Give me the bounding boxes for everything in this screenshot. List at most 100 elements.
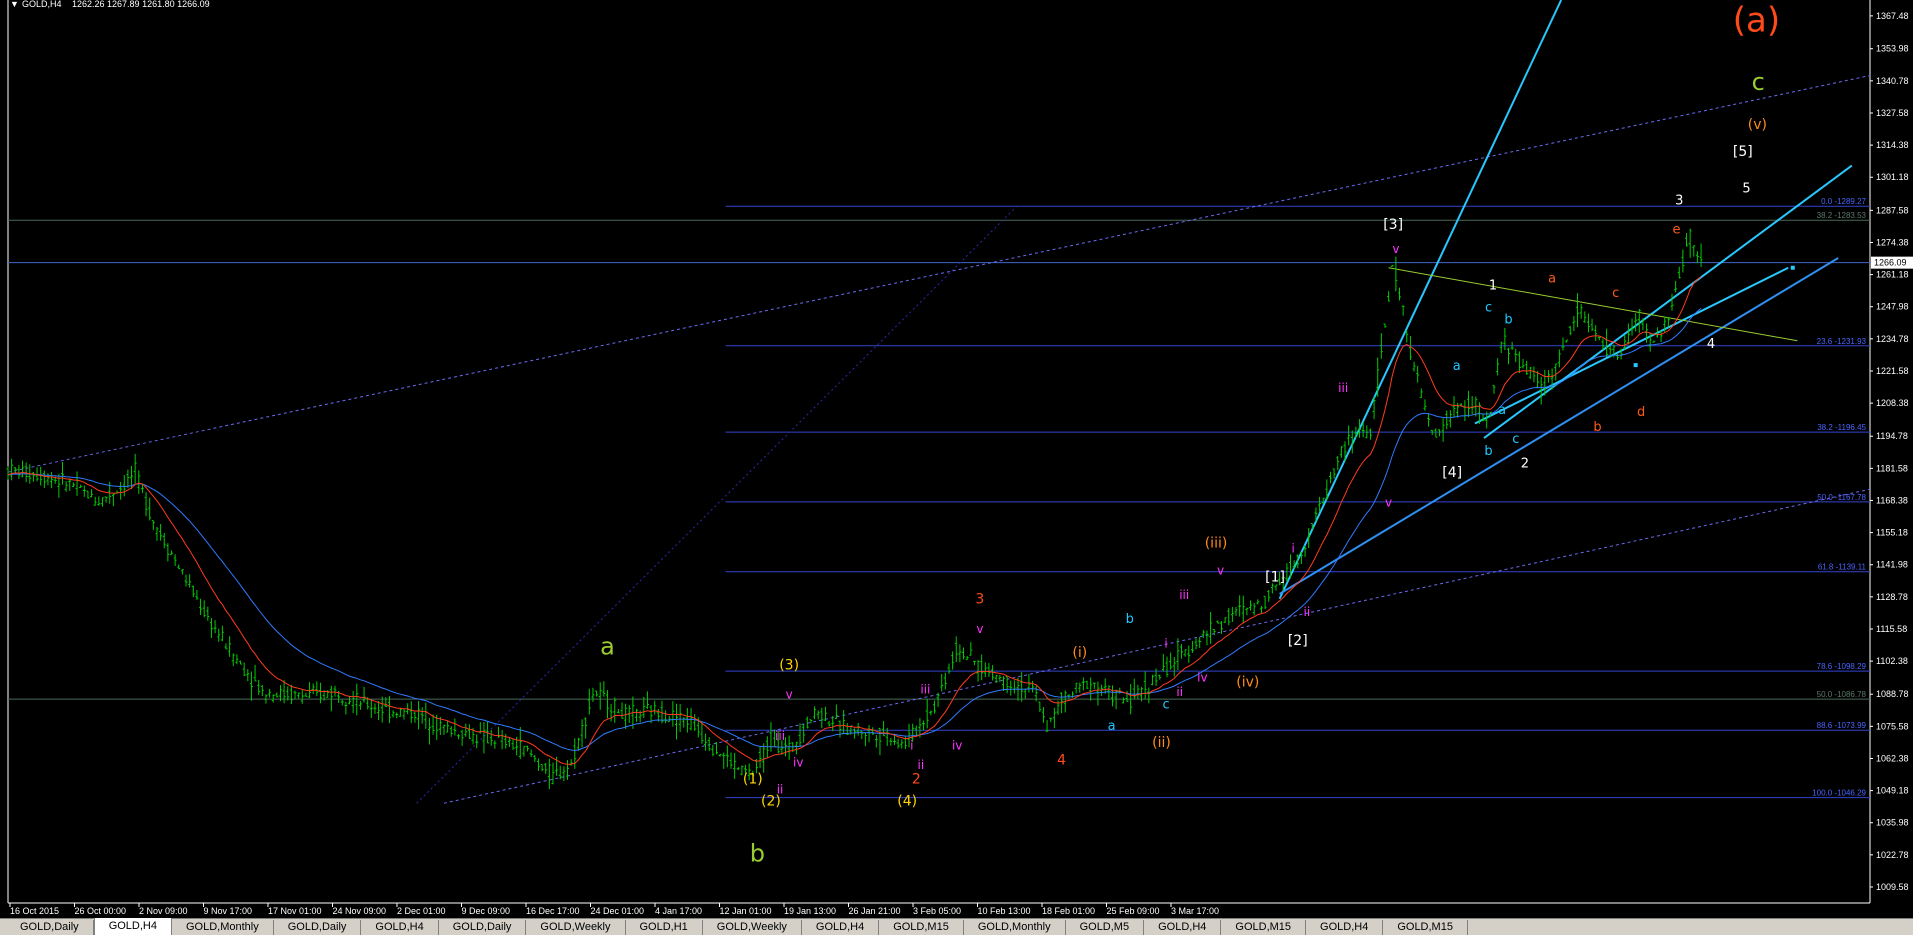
wave-label: v [786, 688, 793, 702]
price-tick-label: 1088.78 [1876, 689, 1909, 699]
wave-label: c [1512, 432, 1519, 447]
wave-label: 4 [1057, 752, 1066, 768]
wave-label: iv [1197, 671, 1207, 685]
chart-tab[interactable]: GOLD,Monthly [964, 920, 1066, 935]
header-symbol: GOLD,H4 [22, 0, 62, 9]
wave-label: d [1637, 405, 1645, 420]
wave-label: iv [793, 756, 803, 770]
chart-background [0, 0, 1913, 918]
price-tick-label: 1194.78 [1876, 431, 1908, 441]
fib-level-label: 61.8 -1139.11 [1818, 563, 1867, 572]
time-tick-label: 26 Oct 00:00 [75, 906, 127, 916]
price-tick-label: 1128.78 [1876, 592, 1908, 602]
time-tick-label: 24 Nov 09:00 [333, 906, 387, 916]
chart-tab[interactable]: GOLD,M15 [1221, 920, 1307, 935]
wave-label: ii [1176, 685, 1183, 699]
price-tick-label: 1035.98 [1876, 818, 1909, 828]
price-tick-label: 1314.38 [1876, 140, 1909, 150]
price-tick-label: 1221.58 [1876, 366, 1909, 376]
fib-level-label: 78.6 -1098.29 [1817, 662, 1867, 671]
price-tick-label: 1234.78 [1876, 334, 1909, 344]
price-tick-label: 1102.38 [1876, 656, 1908, 666]
price-chart[interactable]: 0.0 -1289.2738.2 -1283.5323.6 -1231.9338… [0, 0, 1913, 918]
price-tick-label: 1208.38 [1876, 398, 1909, 408]
fib-level-label: 50.0 -1167.78 [1817, 493, 1866, 502]
fib-level-label: 88.6 -1073.99 [1817, 721, 1867, 730]
wave-label: a [600, 633, 615, 661]
time-tick-label: 16 Oct 2015 [10, 906, 59, 916]
wave-label: [2] [1288, 633, 1308, 649]
price-tick-label: 1301.18 [1876, 172, 1909, 182]
time-tick-label: 25 Feb 09:00 [1107, 906, 1160, 916]
chart-tab[interactable]: GOLD,Daily [439, 920, 527, 935]
chart-tab[interactable]: GOLD,M5 [1066, 920, 1145, 935]
price-tick-label: 1141.98 [1876, 560, 1908, 570]
price-tick-label: 1247.98 [1876, 302, 1909, 312]
chart-tab-bar: GOLD,Daily GOLD,H4 GOLD,Monthly GOLD,Daily G… [0, 918, 1913, 935]
channel-anchor-point [1633, 363, 1638, 368]
price-tick-label: 1115.58 [1876, 624, 1907, 634]
fib-level-label: 50.0 -1086.78 [1817, 690, 1867, 699]
wave-label: a [1453, 359, 1461, 374]
price-tick-label: 1168.38 [1876, 495, 1908, 505]
wave-label: [1] [1265, 570, 1285, 586]
wave-label: b [1484, 444, 1492, 459]
chart-tab[interactable]: GOLD,Monthly [172, 920, 274, 935]
chart-tab[interactable]: GOLD,H4 [361, 920, 439, 935]
chart-tab[interactable]: GOLD,H4 [1144, 920, 1222, 935]
wave-label: b [1593, 420, 1601, 435]
price-tick-label: 1062.38 [1876, 753, 1909, 763]
wave-label: 1 [1489, 279, 1497, 294]
wave-label: a [1498, 403, 1506, 418]
wave-label: (v) [1748, 117, 1767, 133]
wave-label: 4 [1707, 337, 1715, 352]
chart-tab[interactable]: GOLD,M15 [1383, 920, 1468, 935]
chart-tab[interactable]: GOLD,Daily [6, 920, 94, 935]
price-tick-label: 1274.38 [1876, 237, 1909, 247]
time-tick-label: 17 Nov 01:00 [268, 906, 322, 916]
wave-label: b [1126, 612, 1134, 627]
wave-label: c [1485, 301, 1492, 316]
time-tick-label: 18 Feb 01:00 [1042, 906, 1095, 916]
time-tick-label: 10 Feb 13:00 [978, 906, 1031, 916]
wave-label: v [1217, 563, 1224, 577]
wave-label: 2 [912, 772, 921, 788]
chart-tab[interactable]: GOLD,H4 [93, 918, 172, 935]
wave-label: iii [920, 683, 930, 697]
chart-tab[interactable]: GOLD,H4 [1306, 920, 1384, 935]
price-tick-label: 1261.18 [1876, 270, 1909, 280]
wave-label: e [1673, 223, 1681, 238]
channel-anchor-point [1790, 265, 1795, 270]
chart-tab[interactable]: GOLD,H1 [626, 920, 703, 935]
chart-tab[interactable]: GOLD,H4 [802, 920, 880, 935]
fib-level-label: 38.2 -1196.45 [1817, 423, 1866, 432]
wave-label: c [1612, 286, 1619, 301]
wave-label: 5 [1742, 181, 1750, 196]
wave-label: [4] [1442, 465, 1462, 481]
wave-label: 2 [1521, 456, 1529, 471]
wave-label: (ii) [1152, 735, 1171, 751]
price-tick-label: 1022.78 [1876, 850, 1909, 860]
header-arrow-icon[interactable]: ▼ [10, 0, 19, 9]
price-tick-label: 1155.18 [1876, 528, 1908, 538]
wave-label: (i) [1072, 645, 1087, 661]
wave-label: i [1164, 636, 1167, 650]
header-ohlc: 1262.26 1267.89 1261.80 1266.09 [72, 0, 210, 9]
chart-tab[interactable]: GOLD,M15 [879, 920, 964, 935]
wave-label: [3] [1383, 217, 1403, 233]
price-tick-label: 1327.58 [1876, 108, 1909, 118]
chart-tab[interactable]: GOLD,Daily [274, 920, 362, 935]
wave-label: ii [1304, 605, 1311, 619]
price-tick-label: 1181.58 [1876, 463, 1908, 473]
time-tick-label: 9 Nov 17:00 [204, 906, 253, 916]
time-tick-label: 4 Jan 17:00 [655, 906, 702, 916]
price-tick-label: 1075.58 [1876, 721, 1909, 731]
price-tick-label: 1287.58 [1876, 205, 1909, 215]
wave-label: [5] [1733, 144, 1753, 160]
wave-label: (iv) [1236, 674, 1259, 690]
wave-label: i [1292, 542, 1295, 556]
chart-tab[interactable]: GOLD,Weekly [703, 920, 802, 935]
chart-tab[interactable]: GOLD,Weekly [526, 920, 626, 935]
wave-label: iii [775, 729, 785, 743]
wave-label: v [1385, 495, 1392, 509]
